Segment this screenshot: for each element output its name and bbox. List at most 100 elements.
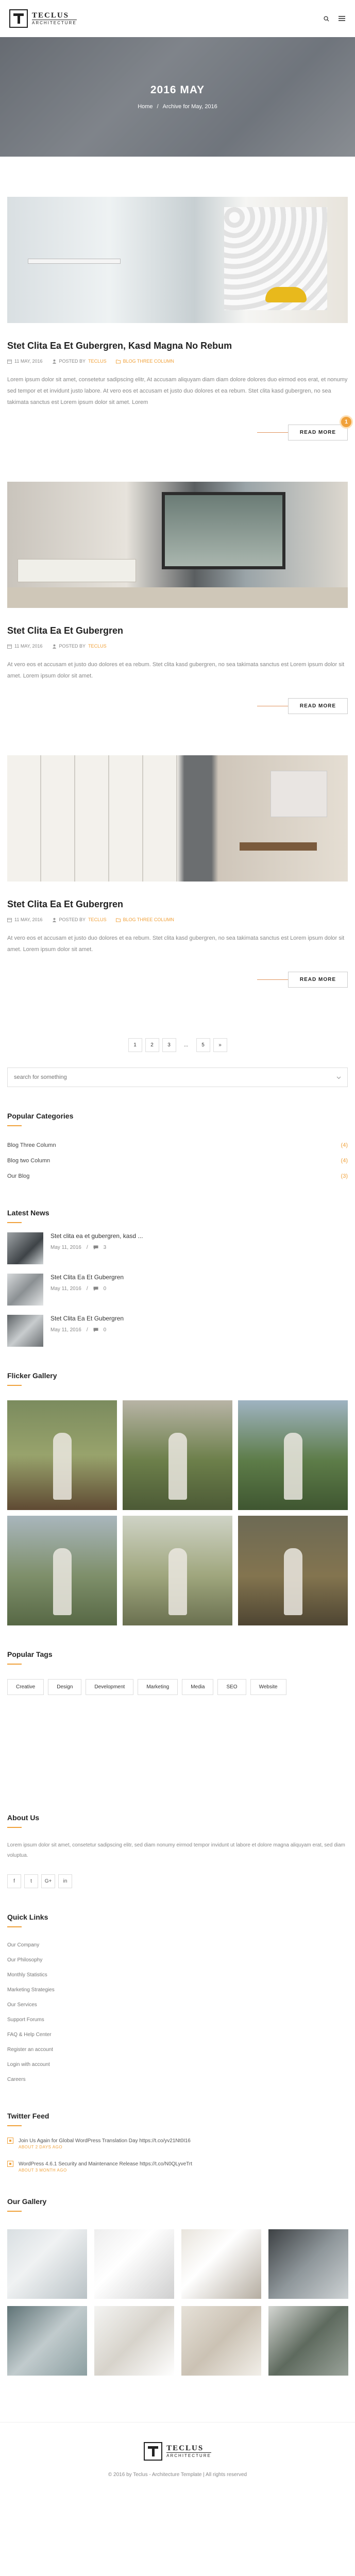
news-thumbnail[interactable]: [7, 1274, 43, 1306]
quick-link[interactable]: Monthly Statistics: [7, 1968, 348, 1982]
comment-icon: [93, 1286, 98, 1291]
breadcrumb-home[interactable]: Home: [138, 104, 153, 110]
category-label: Our Blog: [7, 1173, 30, 1179]
read-more-button[interactable]: READ MORE: [288, 425, 348, 440]
tag-website[interactable]: Website: [250, 1679, 286, 1695]
page-1-button[interactable]: 1: [128, 1038, 142, 1052]
menu-icon[interactable]: [337, 14, 346, 23]
quick-link[interactable]: Our Services: [7, 1997, 348, 2012]
category-item[interactable]: Blog Three Column (4): [7, 1138, 348, 1153]
flickr-photo[interactable]: [7, 1400, 117, 1510]
tweet-text[interactable]: WordPress 4.6.1 Security and Maintenance…: [19, 2161, 192, 2167]
gallery-photo[interactable]: [7, 2229, 87, 2299]
flickr-grid: [7, 1400, 348, 1625]
tweet: Join Us Again for Global WordPress Trans…: [7, 2137, 348, 2149]
news-item: Stet Clita Ea Et Gubergren May 11, 2016 …: [7, 1315, 348, 1347]
quick-link[interactable]: Our Philosophy: [7, 1953, 348, 1968]
flickr-photo[interactable]: [123, 1516, 232, 1625]
widget-title: Twitter Feed: [7, 2112, 49, 2120]
page-title: 2016 MAY: [150, 84, 205, 96]
quick-link[interactable]: Support Forums: [7, 2012, 348, 2027]
tweet-icon: [7, 2161, 13, 2167]
flickr-photo[interactable]: [238, 1400, 348, 1510]
tag-development[interactable]: Development: [86, 1679, 134, 1695]
post-image[interactable]: [7, 197, 348, 323]
title-underline: [7, 2211, 22, 2212]
main-content: Stet Clita Ea Et Gubergren, Kasd Magna N…: [0, 197, 355, 2376]
comment-icon: [93, 1245, 98, 1250]
logo[interactable]: TECLUS ARCHITECTURE: [9, 9, 77, 28]
gallery-photo[interactable]: [268, 2306, 348, 2376]
post-image[interactable]: [7, 755, 348, 882]
post-author-link[interactable]: TECLUS: [88, 359, 107, 364]
about-widget: About Us Lorem ipsum dolor sit amet, con…: [7, 1814, 348, 1888]
category-item[interactable]: Our Blog (3): [7, 1168, 348, 1184]
chevron-down-icon[interactable]: [336, 1074, 341, 1081]
title-underline: [7, 1125, 22, 1126]
widget-title: Flicker Gallery: [7, 1371, 57, 1380]
post-title[interactable]: Stet Clita Ea Et Gubergren, Kasd Magna N…: [7, 341, 348, 351]
gallery-photo[interactable]: [94, 2229, 174, 2299]
post-author-link[interactable]: TECLUS: [88, 643, 107, 649]
flickr-photo[interactable]: [238, 1516, 348, 1625]
news-separator: /: [86, 1286, 88, 1292]
search-icon[interactable]: [322, 14, 330, 23]
linkedin-icon[interactable]: in: [58, 1874, 72, 1888]
news-comments: 0: [103, 1327, 107, 1333]
tag-marketing[interactable]: Marketing: [138, 1679, 178, 1695]
flickr-photo[interactable]: [123, 1400, 232, 1510]
sidebar-search: [7, 1067, 348, 1087]
user-icon: [52, 918, 56, 922]
page-banner: 2016 MAY Home / Archive for May, 2016: [0, 37, 355, 157]
read-more-button[interactable]: READ MORE: [288, 698, 348, 714]
post-category-link[interactable]: BLOG THREE COLUMN: [123, 359, 174, 364]
news-title[interactable]: Stet clita ea et gubergren, kasd ...: [50, 1232, 143, 1240]
footer-widgets: About Us Lorem ipsum dolor sit amet, con…: [7, 1814, 348, 2376]
news-title[interactable]: Stet Clita Ea Et Gubergren: [50, 1315, 124, 1322]
tag-creative[interactable]: Creative: [7, 1679, 44, 1695]
facebook-icon[interactable]: f: [7, 1874, 21, 1888]
flickr-photo[interactable]: [7, 1516, 117, 1625]
quick-link[interactable]: Register an account: [7, 2042, 348, 2057]
twitter-icon[interactable]: t: [24, 1874, 38, 1888]
read-more-button[interactable]: READ MORE: [288, 972, 348, 988]
next-page-button[interactable]: »: [213, 1038, 227, 1052]
widget-title: Popular Tags: [7, 1650, 53, 1658]
tag-seo[interactable]: SEO: [217, 1679, 246, 1695]
page-2-button[interactable]: 2: [145, 1038, 159, 1052]
post-title[interactable]: Stet Clita Ea Et Gubergren: [7, 625, 348, 636]
post-author-link[interactable]: TECLUS: [88, 917, 107, 922]
breadcrumb-current: Archive for May, 2016: [162, 104, 217, 110]
quick-link[interactable]: FAQ & Help Center: [7, 2027, 348, 2042]
google-plus-icon[interactable]: G+: [41, 1874, 55, 1888]
gallery-photo[interactable]: [94, 2306, 174, 2376]
title-underline: [7, 1664, 22, 1665]
page-3-button[interactable]: 3: [162, 1038, 176, 1052]
news-thumbnail[interactable]: [7, 1232, 43, 1264]
post-category-link[interactable]: BLOG THREE COLUMN: [123, 917, 174, 922]
gallery-photo[interactable]: [181, 2229, 261, 2299]
widget-title: About Us: [7, 1814, 40, 1822]
quick-link[interactable]: Marketing Strategies: [7, 1982, 348, 1997]
post-image[interactable]: [7, 482, 348, 608]
logo-mark-icon: [144, 2442, 163, 2461]
category-item[interactable]: Blog two Column (4): [7, 1153, 348, 1168]
blog-post: Stet Clita Ea Et Gubergren 11 MAY, 2016 …: [7, 482, 348, 714]
gallery-photo[interactable]: [7, 2306, 87, 2376]
quick-link[interactable]: Careers: [7, 2072, 348, 2087]
tag-design[interactable]: Design: [48, 1679, 82, 1695]
news-title[interactable]: Stet Clita Ea Et Gubergren: [50, 1274, 124, 1281]
notification-badge[interactable]: 1: [340, 415, 353, 429]
page-5-button[interactable]: 5: [196, 1038, 210, 1052]
search-input[interactable]: [14, 1074, 309, 1080]
quick-link[interactable]: Our Company: [7, 1938, 348, 1953]
footer-logo[interactable]: TECLUS ARCHITECTURE: [144, 2442, 211, 2461]
post-title[interactable]: Stet Clita Ea Et Gubergren: [7, 899, 348, 910]
tweet-text[interactable]: Join Us Again for Global WordPress Trans…: [19, 2138, 191, 2144]
gallery-photo[interactable]: [268, 2229, 348, 2299]
gallery-photo[interactable]: [181, 2306, 261, 2376]
logo-subtitle: ARCHITECTURE: [32, 20, 77, 26]
tag-media[interactable]: Media: [182, 1679, 214, 1695]
quick-link[interactable]: Login with account: [7, 2057, 348, 2072]
news-thumbnail[interactable]: [7, 1315, 43, 1347]
